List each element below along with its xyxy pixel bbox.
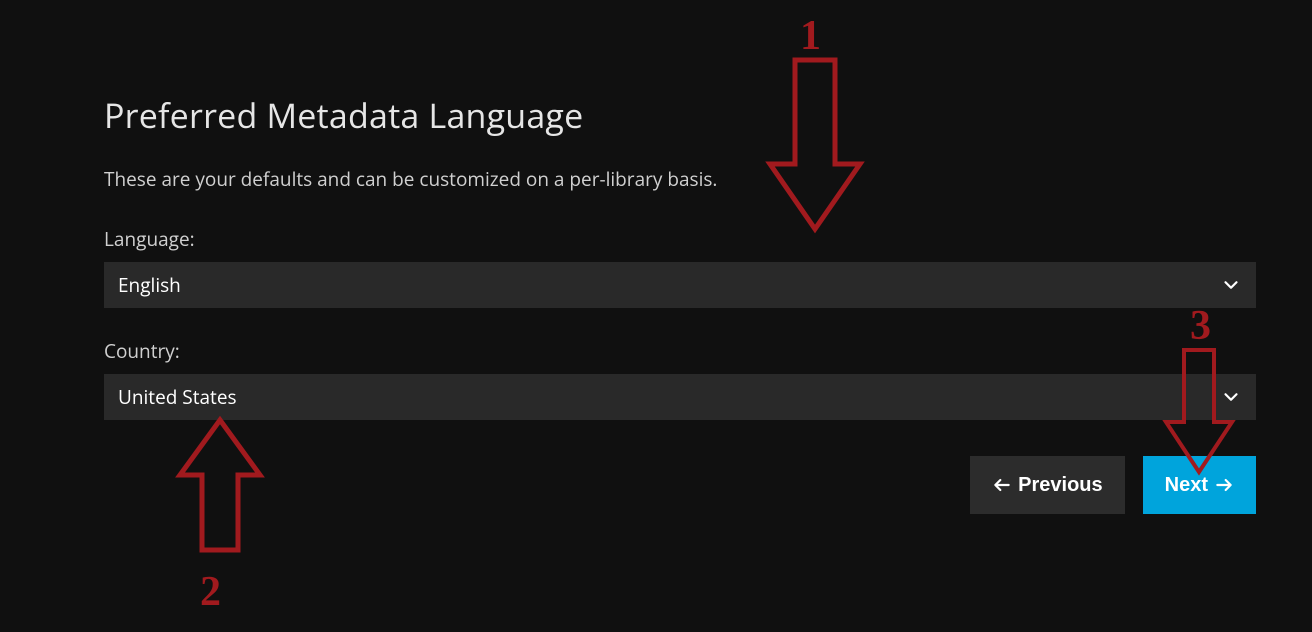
country-select-value: United States [118,384,237,410]
arrow-down-icon [1162,344,1242,484]
chevron-down-icon [1220,274,1242,296]
country-select[interactable]: United States [104,374,1256,420]
language-select-value: English [118,272,181,298]
language-field: Language: English [104,226,1256,308]
annotation-number-3: 3 [1190,302,1211,350]
arrow-left-icon [992,475,1012,495]
language-label: Language: [104,226,1256,252]
annotation-number-1: 1 [800,12,821,60]
previous-button-label: Previous [1018,474,1102,497]
wizard-nav-buttons: Previous Next [104,456,1256,514]
country-label: Country: [104,338,1256,364]
language-select[interactable]: English [104,262,1256,308]
previous-button[interactable]: Previous [970,456,1124,514]
setup-wizard-panel: Preferred Metadata Language These are yo… [104,92,1256,514]
country-field: Country: United States [104,338,1256,420]
annotation-number-2: 2 [200,568,221,616]
page-subtitle: These are your defaults and can be custo… [104,166,1256,192]
page-title: Preferred Metadata Language [104,92,1256,138]
arrow-down-icon [760,54,870,244]
arrow-up-icon [170,410,270,570]
